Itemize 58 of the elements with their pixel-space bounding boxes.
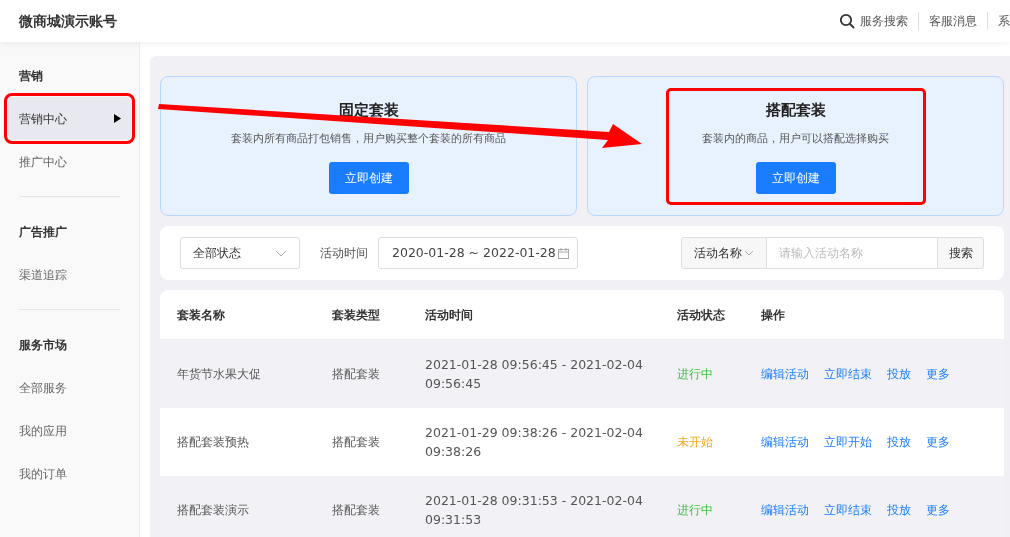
date-label: 活动时间 — [320, 245, 368, 262]
action-link[interactable]: 编辑活动 — [761, 501, 809, 519]
action-link[interactable]: 编辑活动 — [761, 365, 809, 383]
search-button[interactable]: 搜索 — [937, 237, 984, 269]
card-description: 套装内所有商品打包销售，用户购买整个套装的所有商品 — [231, 131, 506, 147]
create-button[interactable]: 立即创建 — [755, 161, 836, 194]
action-link[interactable]: 更多 — [926, 365, 950, 383]
sidebar-item[interactable]: 我的应用 — [8, 409, 131, 452]
status-text: 未开始 — [677, 435, 713, 449]
action-link[interactable]: 投放 — [887, 433, 911, 451]
column-header: 活动时间 — [425, 307, 473, 322]
table-cell: 年货节水果大促 — [177, 367, 261, 381]
table-cell: 搭配套装 — [332, 435, 380, 449]
column-header: 套装名称 — [177, 307, 225, 322]
action-link[interactable]: 更多 — [926, 501, 950, 519]
sidebar-item[interactable]: 推广中心 — [8, 140, 131, 183]
chevron-down-icon — [275, 249, 287, 257]
card-title: 固定套装 — [338, 99, 399, 121]
triangle-icon — [114, 114, 121, 123]
table-cell: 搭配套装预热 — [177, 435, 249, 449]
date-range-field[interactable]: 2020-01-28 ~ 2022-01-28 — [378, 237, 578, 269]
status-text: 进行中 — [677, 503, 713, 517]
status-select[interactable]: 全部状态 — [180, 237, 300, 269]
sidebar-section-title: 营销 — [19, 67, 43, 85]
sidebar-item[interactable]: 全部服务 — [8, 366, 131, 409]
action-link[interactable]: 投放 — [887, 501, 911, 519]
card-description: 套装内的商品，用户可以搭配选择购买 — [702, 131, 889, 147]
action-link[interactable]: 立即开始 — [824, 433, 872, 451]
header-link[interactable]: 系 — [998, 12, 1010, 30]
sidebar-item[interactable]: 我的订单 — [8, 452, 131, 495]
status-text: 进行中 — [677, 367, 713, 381]
table-cell-text: 2021-01-29 09:38:26 - 2021-02-04 09:38:26 — [425, 424, 644, 461]
table-cell: 搭配套装 — [332, 503, 380, 517]
column-header: 操作 — [761, 307, 785, 322]
column-header: 活动状态 — [677, 307, 725, 322]
table-cell-text: 2021-01-28 09:56:45 - 2021-02-04 09:56:45 — [425, 356, 644, 393]
chevron-down-icon — [744, 250, 754, 256]
action-link[interactable]: 更多 — [926, 433, 950, 451]
column-header: 套装类型 — [332, 307, 380, 322]
account-title: 微商城演示账号 — [19, 11, 117, 31]
search-icon — [839, 13, 855, 29]
sidebar-item[interactable]: 渠道追踪 — [8, 253, 131, 296]
header-link[interactable]: 客服消息 — [929, 12, 977, 30]
action-link[interactable]: 编辑活动 — [761, 433, 809, 451]
table-cell-text: 2021-01-28 09:31:53 - 2021-02-04 09:31:53 — [425, 492, 644, 529]
table-cell: 搭配套装演示 — [177, 503, 249, 517]
action-link[interactable]: 投放 — [887, 365, 911, 383]
card-title: 搭配套装 — [765, 99, 826, 121]
search-input[interactable]: 请输入活动名称 — [767, 237, 937, 269]
search-type-select[interactable]: 活动名称 — [681, 237, 767, 269]
calendar-icon — [558, 247, 569, 259]
sidebar-section-title: 服务市场 — [19, 336, 67, 354]
create-button[interactable]: 立即创建 — [328, 161, 409, 194]
sidebar-section-title: 广告推广 — [19, 223, 67, 241]
table-cell: 搭配套装 — [332, 367, 380, 381]
action-link[interactable]: 立即结束 — [824, 501, 872, 519]
header-link[interactable]: 服务搜索 — [839, 12, 908, 30]
action-link[interactable]: 立即结束 — [824, 365, 872, 383]
